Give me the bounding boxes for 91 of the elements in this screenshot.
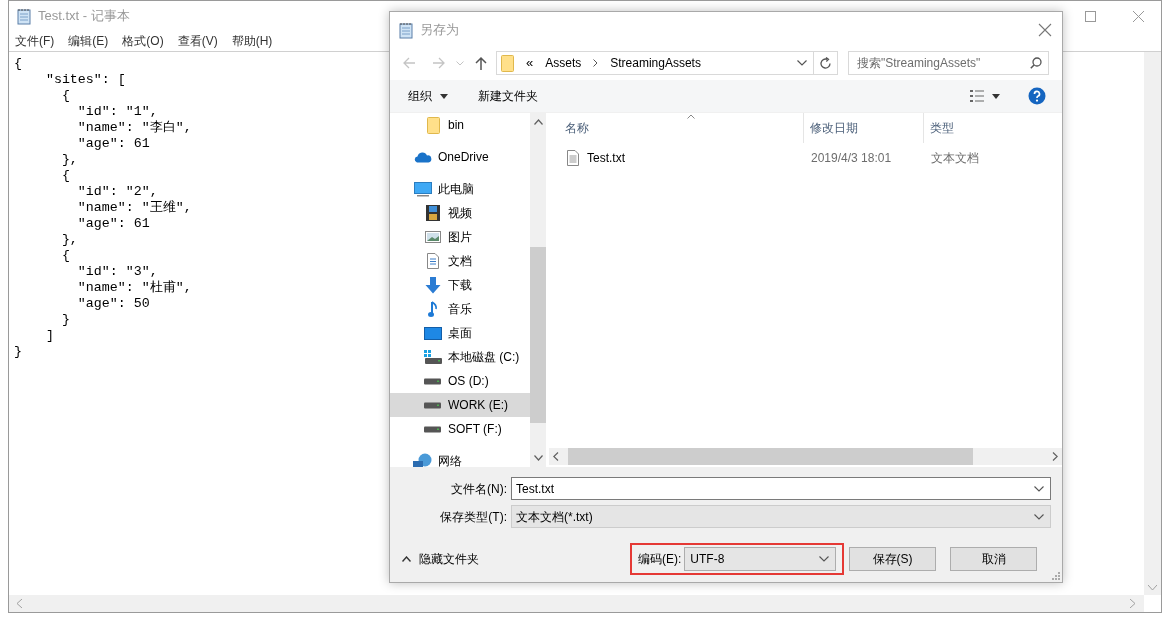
cancel-button[interactable]: 取消 bbox=[950, 547, 1037, 571]
organize-menu-button[interactable]: 组织 bbox=[408, 87, 448, 105]
computer-icon bbox=[414, 181, 432, 197]
nav-item[interactable]: 视频 bbox=[390, 201, 530, 225]
nav-item[interactable]: 此电脑 bbox=[390, 177, 530, 201]
network-icon bbox=[413, 453, 433, 467]
column-header[interactable]: 类型 bbox=[924, 113, 1044, 143]
resize-grip-icon[interactable] bbox=[1052, 572, 1060, 580]
column-header[interactable]: 名称 bbox=[549, 113, 804, 143]
nav-item[interactable]: OneDrive bbox=[390, 145, 530, 169]
menu-item[interactable]: 格式(O) bbox=[122, 32, 164, 50]
chevron-up-icon[interactable] bbox=[533, 119, 543, 125]
close-icon[interactable] bbox=[1038, 23, 1052, 37]
chevron-down-icon[interactable] bbox=[1034, 485, 1044, 492]
vertical-scrollbar[interactable] bbox=[1144, 52, 1161, 595]
hide-folders-toggle[interactable]: 隐藏文件夹 bbox=[402, 550, 479, 568]
drive-icon bbox=[424, 401, 442, 409]
chevron-right-icon[interactable] bbox=[1130, 599, 1136, 608]
scrollbar-thumb[interactable] bbox=[568, 448, 973, 465]
breadcrumb-item[interactable]: Assets bbox=[545, 54, 582, 72]
folder-icon bbox=[426, 116, 440, 134]
text-file-icon bbox=[567, 150, 579, 166]
nav-item[interactable]: 桌面 bbox=[390, 321, 530, 345]
search-placeholder: 搜索"StreamingAssets" bbox=[857, 55, 981, 72]
scrollbar-thumb[interactable] bbox=[530, 247, 546, 423]
folder-icon bbox=[501, 54, 514, 72]
dialog-title: 另存为 bbox=[420, 21, 459, 40]
chevron-up-icon[interactable] bbox=[402, 556, 411, 562]
nav-item[interactable]: OS (D:) bbox=[390, 369, 530, 393]
list-view-icon[interactable] bbox=[970, 90, 984, 102]
chevron-down-icon[interactable] bbox=[533, 455, 543, 461]
refresh-icon[interactable] bbox=[814, 51, 838, 75]
column-header[interactable]: 修改日期 bbox=[804, 113, 924, 143]
nav-item[interactable]: 网络 bbox=[390, 449, 530, 467]
breadcrumb-overflow[interactable]: « bbox=[526, 53, 534, 73]
sort-caret-icon bbox=[687, 114, 695, 119]
window-title: Test.txt - 记事本 bbox=[38, 7, 130, 26]
encoding-dropdown[interactable]: UTF-8 bbox=[684, 547, 837, 571]
chevron-down-icon[interactable] bbox=[1034, 513, 1044, 520]
view-options-button[interactable] bbox=[970, 90, 1000, 102]
help-icon bbox=[1028, 87, 1046, 105]
nav-item[interactable]: 图片 bbox=[390, 225, 530, 249]
cloud-icon bbox=[414, 151, 432, 163]
vertical-scrollbar[interactable] bbox=[530, 113, 546, 467]
search-icon bbox=[1030, 57, 1042, 69]
drive-icon bbox=[424, 377, 442, 385]
search-field[interactable]: 搜索"StreamingAssets" bbox=[848, 51, 1049, 75]
down-arrow-icon bbox=[425, 276, 441, 294]
chevron-right-icon bbox=[593, 59, 599, 67]
horizontal-scrollbar[interactable] bbox=[9, 595, 1144, 612]
desktop-icon bbox=[424, 326, 442, 340]
nav-item[interactable]: SOFT (F:) bbox=[390, 417, 530, 441]
drive-icon bbox=[424, 350, 442, 364]
field-label: 保存类型(T): bbox=[439, 508, 508, 526]
file-name-field[interactable]: Test.txt bbox=[511, 477, 1051, 500]
chevron-left-icon[interactable] bbox=[553, 452, 559, 461]
nav-item[interactable]: WORK (E:) bbox=[390, 393, 530, 417]
caret-down-icon[interactable] bbox=[992, 93, 1000, 99]
chevron-right-icon[interactable] bbox=[1052, 452, 1058, 461]
music-note-icon bbox=[428, 300, 438, 318]
notepad-icon bbox=[17, 7, 32, 25]
drive-icon bbox=[424, 425, 442, 433]
horizontal-scrollbar[interactable] bbox=[549, 448, 1062, 465]
menu-item[interactable]: 帮助(H) bbox=[231, 32, 273, 50]
caret-down-icon[interactable] bbox=[440, 93, 448, 99]
save-type-dropdown[interactable]: 文本文档(*.txt) bbox=[511, 505, 1051, 528]
document-icon bbox=[427, 253, 439, 269]
picture-icon bbox=[425, 231, 441, 243]
menu-item[interactable]: 查看(V) bbox=[177, 32, 218, 50]
nav-item[interactable]: bin bbox=[390, 113, 530, 137]
new-folder-button[interactable]: 新建文件夹 bbox=[478, 87, 538, 105]
chevron-left-icon[interactable] bbox=[17, 599, 23, 608]
chevron-down-icon[interactable] bbox=[819, 556, 830, 562]
table-cell-text: 2019/4/3 18:01 bbox=[810, 150, 893, 167]
chevron-down-icon[interactable] bbox=[797, 60, 807, 66]
field-label: 编码(E): bbox=[638, 551, 682, 568]
up-arrow-icon[interactable] bbox=[475, 56, 487, 70]
menu-item[interactable]: 文件(F) bbox=[15, 32, 55, 50]
menu-item[interactable]: 编辑(E) bbox=[68, 32, 109, 50]
nav-item[interactable]: 下载 bbox=[390, 273, 530, 297]
breadcrumb-item[interactable]: StreamingAssets bbox=[610, 54, 701, 72]
nav-item[interactable]: 文档 bbox=[390, 249, 530, 273]
field-label: 文件名(N): bbox=[450, 480, 508, 498]
notepad-icon bbox=[399, 21, 414, 39]
nav-item[interactable]: 音乐 bbox=[390, 297, 530, 321]
file-name[interactable]: Test.txt bbox=[587, 149, 625, 167]
address-bar[interactable]: « Assets StreamingAssets bbox=[496, 51, 814, 75]
table-cell-text: 文本文档 bbox=[930, 150, 979, 167]
film-icon bbox=[426, 205, 440, 221]
save-button[interactable]: 保存(S) bbox=[849, 547, 936, 571]
nav-item[interactable]: 本地磁盘 (C:) bbox=[390, 345, 530, 369]
